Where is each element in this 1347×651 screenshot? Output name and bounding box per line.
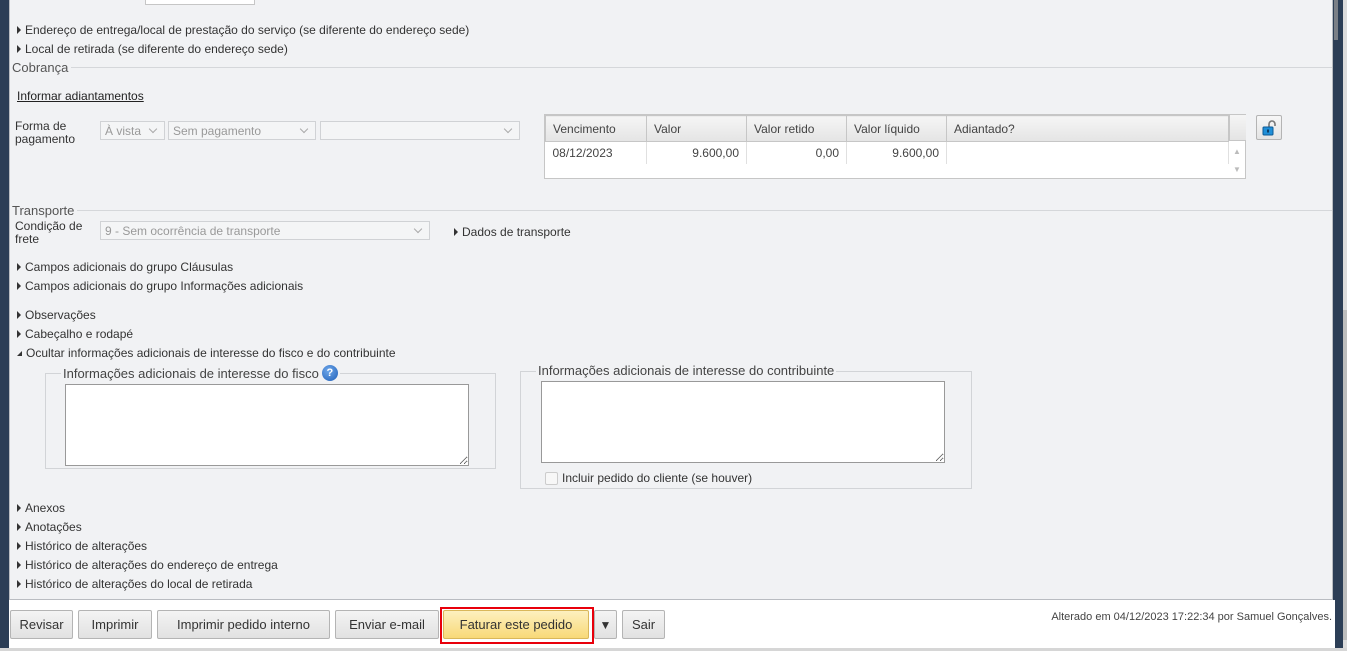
revisar-button[interactable]: Revisar [10,610,73,639]
caret-right-icon [17,542,21,550]
unlock-button[interactable] [1256,115,1282,140]
caret-right-icon [17,561,21,569]
select-value: À vista [105,123,142,138]
toggle-anexos[interactable]: Anexos [17,501,65,515]
incluir-pedido-checkbox[interactable] [545,471,558,485]
caret-down-icon [17,350,22,356]
cell-adiantado [946,141,1229,164]
section-cobranca: Cobrança [12,60,1332,75]
grid-header-filler [1229,115,1246,141]
caret-right-icon [17,26,21,34]
forma-pagamento-label: Forma de pagamento [15,119,76,146]
incluir-pedido-checkbox-row[interactable]: Incluir pedido do cliente (se houver) [545,471,752,485]
col-valor-liquido[interactable]: Valor líquido [846,115,947,142]
divider [77,210,1332,211]
imprimir-button[interactable]: Imprimir [78,610,152,639]
alteracao-status: Alterado em 04/12/2023 17:22:34 por Samu… [1051,611,1332,623]
divider [71,67,1332,68]
contribuinte-textarea[interactable] [541,381,945,463]
informar-adiantamentos-link[interactable]: Informar adiantamentos [17,89,144,103]
parcelas-grid: Vencimento Valor Valor retido Valor líqu… [544,114,1246,179]
toggle-endereco-entrega[interactable]: Endereço de entrega/local de prestação d… [17,23,469,37]
toggle-label: Endereço de entrega/local de prestação d… [25,23,470,37]
chevron-down-icon [503,124,513,133]
toggle-historico[interactable]: Histórico de alterações [17,539,147,553]
caret-right-icon [17,45,21,53]
enviar-email-button[interactable]: Enviar e-mail [335,610,439,639]
caret-right-icon [454,228,458,236]
toggle-label: Histórico de alterações do local de reti… [25,577,253,591]
sair-button[interactable]: Sair [622,610,665,639]
toggle-label: Campos adicionais do grupo Cláusulas [25,260,234,274]
caret-right-icon [17,263,21,271]
page-scrollbar-thumb[interactable] [1343,310,1347,640]
scroll-up-icon[interactable]: ▲ [1233,147,1241,156]
toggle-clausulas[interactable]: Campos adicionais do grupo Cláusulas [17,260,233,274]
scroll-down-icon[interactable]: ▼ [1233,165,1241,174]
fisco-textarea[interactable] [65,384,469,466]
condicao-frete-select[interactable]: 9 - Sem ocorrência de transporte [100,221,430,240]
col-valor-retido[interactable]: Valor retido [746,115,847,142]
caret-right-icon [17,523,21,531]
condicao-select[interactable]: À vista [100,121,165,140]
contribuinte-legend: Informações adicionais de interesse do c… [536,363,837,378]
toggle-label: Histórico de alterações [25,539,148,553]
chevron-down-icon [413,224,423,233]
chevron-down-icon [148,124,158,133]
toggle-label: Cabeçalho e rodapé [25,327,134,341]
section-title: Transporte [12,203,75,218]
select-value: 9 - Sem ocorrência de transporte [105,223,281,238]
fisco-legend: Informações adicionais de interesse do f… [61,365,340,381]
toggle-label: Ocultar informações adicionais de intere… [26,346,396,360]
chevron-down-icon [299,124,309,133]
select-value: Sem pagamento [173,123,262,138]
faturar-pedido-button[interactable]: Faturar este pedido [443,610,589,639]
caret-right-icon [17,580,21,588]
toggle-local-retirada[interactable]: Local de retirada (se diferente do ender… [17,42,288,56]
imprimir-pedido-interno-button[interactable]: Imprimir pedido interno [157,610,330,639]
parcelas-table: Vencimento Valor Valor retido Valor líqu… [545,115,1229,164]
table-row[interactable]: 08/12/2023 9.600,00 0,00 9.600,00 [545,141,1229,164]
partial-input[interactable] [145,0,255,5]
toggle-anotacoes[interactable]: Anotações [17,520,82,534]
toggle-label: Observações [25,308,96,322]
col-vencimento[interactable]: Vencimento [545,115,647,142]
toggle-label: Anexos [25,501,66,515]
section-title: Cobrança [12,60,69,75]
faturar-dropdown-button[interactable]: ▼ [594,610,617,639]
toggle-ocultar-info[interactable]: Ocultar informações adicionais de intere… [17,346,396,360]
help-icon[interactable]: ? [321,365,338,381]
toggle-label: Histórico de alterações do endereço de e… [25,558,278,572]
section-transporte: Transporte [12,203,1332,218]
legend-text: Informações adicionais de interesse do f… [63,365,319,381]
caret-right-icon [17,330,21,338]
toggle-informacoes-adicionais[interactable]: Campos adicionais do grupo Informações a… [17,279,303,293]
pagamento-extra-select[interactable] [320,121,520,140]
col-valor[interactable]: Valor [646,115,747,142]
toggle-label: Dados de transporte [462,225,571,239]
caret-right-icon [17,282,21,290]
toggle-label: Campos adicionais do grupo Informações a… [25,279,304,293]
inner-scrollbar-thumb[interactable] [1334,0,1338,40]
unlock-icon [1262,119,1276,135]
checkbox-label: Incluir pedido do cliente (se houver) [562,471,753,485]
caret-right-icon [17,311,21,319]
cell-valor: 9.600,00 [646,141,747,164]
toggle-label: Local de retirada (se diferente do ender… [25,42,288,56]
toggle-historico-entrega[interactable]: Histórico de alterações do endereço de e… [17,558,278,572]
table-header-row: Vencimento Valor Valor retido Valor líqu… [545,115,1229,142]
meio-pagamento-select[interactable]: Sem pagamento [168,121,316,140]
caret-right-icon [17,504,21,512]
cell-valor-liquido: 9.600,00 [846,141,947,164]
toggle-observacoes[interactable]: Observações [17,308,96,322]
condicao-frete-label: Condição de frete [15,219,83,246]
toggle-cabecalho-rodape[interactable]: Cabeçalho e rodapé [17,327,133,341]
toggle-label: Anotações [25,520,82,534]
form-panel [9,0,1333,600]
toggle-dados-transporte[interactable]: Dados de transporte [454,225,571,239]
cell-vencimento: 08/12/2023 [545,141,647,164]
cell-valor-retido: 0,00 [746,141,847,164]
col-adiantado[interactable]: Adiantado? [946,115,1229,142]
toggle-historico-retirada[interactable]: Histórico de alterações do local de reti… [17,577,252,591]
